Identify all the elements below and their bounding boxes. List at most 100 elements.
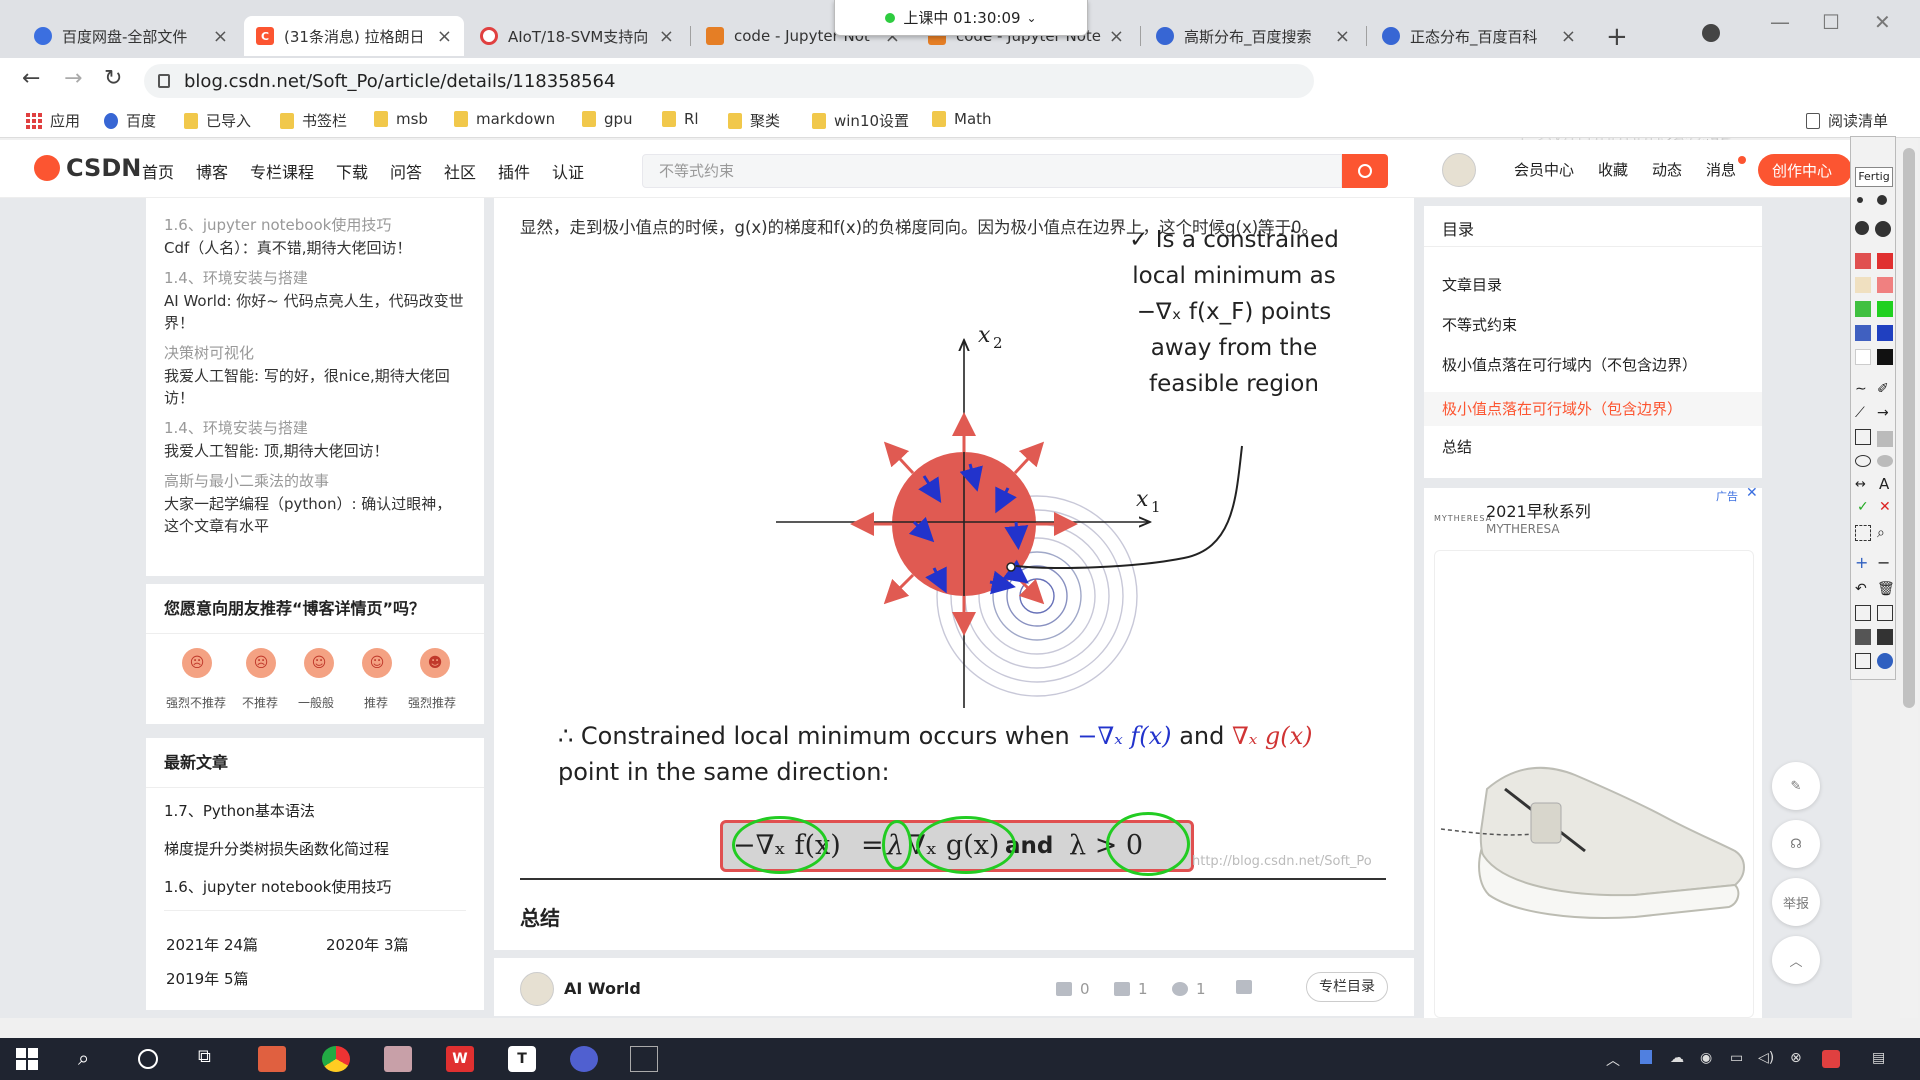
new-tab-button[interactable]: +: [1606, 22, 1628, 52]
bookmark-folder[interactable]: 已导入: [184, 110, 251, 131]
window-close-icon[interactable]: ✕: [1874, 10, 1891, 34]
latest-article-link[interactable]: 梯度提升分类树损失函数化简过程: [164, 838, 389, 859]
tray-app-icon[interactable]: [1822, 1050, 1840, 1068]
notification-icon[interactable]: ▤: [1872, 1050, 1885, 1066]
back-icon[interactable]: ←: [22, 66, 40, 91]
tray-app-icon[interactable]: ⊗: [1790, 1050, 1802, 1066]
info-icon[interactable]: [1877, 653, 1893, 669]
avatar[interactable]: [1442, 153, 1476, 187]
search-icon[interactable]: ⌕: [78, 1046, 106, 1072]
csdn-logo[interactable]: CSDN: [34, 154, 141, 182]
close-icon[interactable]: ×: [1561, 26, 1576, 47]
report-button[interactable]: 举报: [1772, 878, 1820, 926]
rating-bad-icon[interactable]: ☹: [246, 648, 276, 678]
bookmark-folder[interactable]: msb: [374, 110, 428, 128]
red-color-swatch[interactable]: [1877, 253, 1893, 269]
close-icon[interactable]: ×: [213, 26, 228, 47]
pen-size-small-icon[interactable]: [1857, 197, 1863, 203]
forward-icon[interactable]: →: [64, 66, 82, 91]
maximize-icon[interactable]: ☐: [1822, 10, 1840, 34]
bookmark-folder[interactable]: Rl: [662, 110, 699, 128]
favorite-button[interactable]: 1: [1172, 980, 1206, 998]
arrow-icon[interactable]: →: [1877, 405, 1893, 421]
volume-icon[interactable]: ◁): [1758, 1050, 1774, 1066]
green-highlighter-icon[interactable]: [1855, 301, 1871, 317]
minimize-icon[interactable]: —: [1770, 10, 1790, 34]
pink-color-swatch[interactable]: [1877, 277, 1893, 293]
tray-app-icon[interactable]: ◉: [1700, 1050, 1712, 1066]
pen-size-xl-icon[interactable]: [1875, 221, 1891, 237]
nav-column[interactable]: 专栏课程: [250, 159, 314, 183]
comment-article-link[interactable]: 决策树可视化: [164, 342, 466, 363]
reading-list[interactable]: 阅读清单: [1806, 110, 1888, 131]
close-icon[interactable]: ×: [1109, 26, 1124, 47]
chrome-icon[interactable]: [322, 1046, 350, 1072]
bookmark-folder[interactable]: 聚类: [728, 110, 780, 131]
comment-article-link[interactable]: 1.4、环境安装与搭建: [164, 267, 466, 288]
tab-gauss-search[interactable]: 高斯分布_百度搜索 ×: [1144, 16, 1362, 56]
green-color-swatch[interactable]: [1877, 301, 1893, 317]
print-icon[interactable]: [1855, 629, 1871, 645]
toc-item-active[interactable]: 极小值点落在可行域外（包含边界）: [1442, 398, 1682, 419]
favorites-link[interactable]: 收藏: [1598, 159, 1628, 180]
headset-icon[interactable]: ☊: [1772, 820, 1820, 868]
messages-link[interactable]: 消息: [1706, 159, 1736, 180]
profile-menu-icon[interactable]: [1702, 24, 1720, 42]
page-icon[interactable]: [1855, 605, 1871, 621]
wps-icon[interactable]: W: [446, 1046, 474, 1072]
cross-icon[interactable]: ✕: [1879, 499, 1895, 515]
nav-qa[interactable]: 问答: [390, 159, 422, 183]
activity-link[interactable]: 动态: [1652, 159, 1682, 180]
red-highlighter-icon[interactable]: [1855, 253, 1871, 269]
comment-article-link[interactable]: 1.4、环境安装与搭建: [164, 417, 466, 438]
comment-article-link[interactable]: 1.6、jupyter notebook使用技巧: [164, 214, 466, 235]
ellipse-icon[interactable]: [1855, 455, 1871, 467]
tab-csdn-lagrange[interactable]: C (31条消息) 拉格朗日 ×: [244, 16, 464, 56]
back-to-top-icon[interactable]: ︿: [1772, 936, 1820, 984]
snipping-tool-icon[interactable]: [384, 1046, 412, 1072]
plus-icon[interactable]: +: [1855, 553, 1871, 572]
url-field[interactable]: blog.csdn.net/Soft_Po/article/details/11…: [144, 64, 1314, 98]
typora-icon[interactable]: T: [508, 1046, 536, 1072]
line-icon[interactable]: ⟋: [1855, 405, 1871, 421]
file-explorer-icon[interactable]: [258, 1046, 286, 1072]
toc-item[interactable]: 不等式约束: [1442, 314, 1517, 335]
annotation-done-button[interactable]: Fertig: [1855, 167, 1893, 187]
comment-button[interactable]: 1: [1114, 980, 1148, 998]
latest-article-link[interactable]: 1.6、jupyter notebook使用技巧: [164, 876, 391, 897]
nav-download[interactable]: 下载: [336, 159, 368, 183]
nav-home[interactable]: 首页: [142, 159, 174, 183]
toc-item[interactable]: 极小值点落在可行域内（不包含边界）: [1442, 354, 1697, 375]
nav-community[interactable]: 社区: [444, 159, 476, 183]
create-center-button[interactable]: 创作中心: [1758, 154, 1852, 186]
tab-baidu-pan[interactable]: 百度网盘-全部文件 ×: [22, 16, 240, 56]
like-button[interactable]: 0: [1056, 980, 1090, 998]
archive-link[interactable]: 2021年 24篇: [166, 934, 258, 955]
zoom-icon[interactable]: ⌕: [1877, 525, 1893, 541]
search-button[interactable]: [1342, 154, 1388, 188]
tab-aiot-svm[interactable]: AIoT/18-SVM支持向 ×: [468, 16, 686, 56]
text-tool-icon[interactable]: A: [1879, 475, 1895, 493]
scrollbar-thumb[interactable]: [1903, 148, 1915, 708]
bookmark-folder[interactable]: gpu: [582, 110, 633, 128]
latest-article-link[interactable]: 1.7、Python基本语法: [164, 800, 315, 821]
eraser-icon[interactable]: ✐: [1877, 381, 1893, 397]
bookmark-folder[interactable]: win10设置: [812, 110, 909, 131]
media-player-icon[interactable]: [570, 1046, 598, 1072]
ad-close-icon[interactable]: ✕: [1746, 485, 1758, 501]
live-class-status[interactable]: 上课中 01:30:09 ⌄: [834, 0, 1088, 36]
save-icon[interactable]: [1877, 629, 1893, 645]
ad-image[interactable]: [1434, 550, 1754, 1018]
black-color-swatch[interactable]: [1877, 349, 1893, 365]
bookmark-baidu[interactable]: 百度: [104, 110, 156, 131]
nav-certification[interactable]: 认证: [552, 159, 584, 183]
toc-item[interactable]: 总结: [1442, 436, 1472, 457]
bookmark-folder[interactable]: markdown: [454, 110, 555, 128]
author-name[interactable]: AI World: [564, 979, 641, 998]
share-button[interactable]: [1236, 980, 1260, 994]
archive-link[interactable]: 2019年 5篇: [166, 968, 249, 989]
yellow-highlighter-icon[interactable]: [1855, 277, 1871, 293]
trash-icon[interactable]: 🗑: [1877, 581, 1895, 597]
tab-normal-baike[interactable]: 正态分布_百度百科 ×: [1370, 16, 1588, 56]
white-highlighter-icon[interactable]: [1855, 349, 1871, 365]
